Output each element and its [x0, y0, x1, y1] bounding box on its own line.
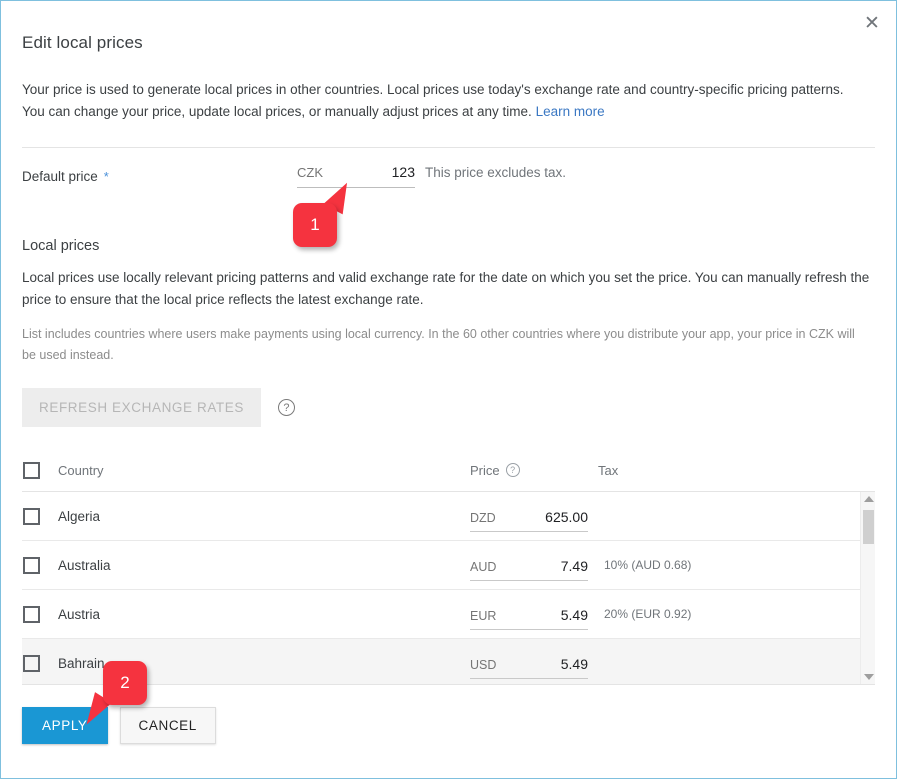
row-price-input[interactable]: USD 5.49: [470, 656, 588, 679]
intro-text-body: Your price is used to generate local pri…: [22, 82, 844, 119]
divider-table-bottom: [22, 684, 875, 685]
table-row[interactable]: Austria EUR 5.4920% (EUR 0.92): [22, 590, 875, 639]
row-country-cell: Algeria: [22, 508, 470, 525]
caret-up-icon[interactable]: [861, 492, 875, 506]
row-price-input[interactable]: AUD 7.49: [470, 558, 588, 581]
refresh-exchange-rates-button[interactable]: REFRESH EXCHANGE RATES: [22, 388, 261, 427]
row-price-value: 5.49: [561, 607, 588, 623]
row-price-input[interactable]: DZD 625.00: [470, 509, 588, 532]
header-price: Price ?: [470, 463, 598, 478]
default-price-input[interactable]: CZK 123: [297, 164, 415, 188]
row-checkbox[interactable]: [23, 557, 40, 574]
row-price-value: 625.00: [545, 509, 588, 525]
header-price-label: Price: [470, 463, 500, 478]
learn-more-link[interactable]: Learn more: [536, 104, 605, 119]
scrollbar-thumb[interactable]: [863, 510, 874, 544]
header-tax: Tax: [598, 463, 875, 478]
intro-text: Your price is used to generate local pri…: [22, 53, 867, 123]
dialog-footer: APPLY CANCEL: [22, 685, 875, 744]
select-all-checkbox[interactable]: [23, 462, 40, 479]
apply-button[interactable]: APPLY: [22, 707, 108, 744]
row-country-label: Australia: [58, 558, 111, 573]
table-header-row: Country Price ? Tax: [22, 449, 875, 492]
row-country-cell: Australia: [22, 557, 470, 574]
row-country-label: Algeria: [58, 509, 100, 524]
table-rows-container: Algeria DZD 625.00 Australia AUD 7.4910% (AUD…: [22, 492, 875, 684]
refresh-row: REFRESH EXCHANGE RATES ?: [22, 366, 875, 427]
default-price-label-text: Default price: [22, 169, 98, 184]
row-price-currency: DZD: [470, 511, 496, 525]
table-row[interactable]: Algeria DZD 625.00: [22, 492, 875, 541]
row-checkbox[interactable]: [23, 655, 40, 672]
cancel-button[interactable]: CANCEL: [120, 707, 216, 744]
row-price-value: 7.49: [561, 558, 588, 574]
row-checkbox[interactable]: [23, 508, 40, 525]
row-country-label: Austria: [58, 607, 100, 622]
row-price-input[interactable]: EUR 5.49: [470, 607, 588, 630]
default-price-note: This price excludes tax.: [425, 165, 566, 180]
row-price-currency: EUR: [470, 609, 496, 623]
table-row[interactable]: Australia AUD 7.4910% (AUD 0.68): [22, 541, 875, 590]
local-prices-note: List includes countries where users make…: [22, 311, 867, 366]
row-price-currency: USD: [470, 658, 496, 672]
row-checkbox[interactable]: [23, 606, 40, 623]
row-country-cell: Bahrain: [22, 655, 470, 672]
edit-local-prices-dialog: ✕ Edit local prices Your price is used t…: [0, 0, 897, 779]
header-country: Country: [22, 462, 470, 479]
table-row[interactable]: Bahrain USD 5.49: [22, 639, 875, 684]
row-country-cell: Austria: [22, 606, 470, 623]
help-circle-icon[interactable]: ?: [278, 399, 295, 416]
price-help-circle-icon[interactable]: ?: [506, 463, 520, 477]
default-price-row: Default price * CZK 123 This price exclud…: [22, 148, 875, 236]
row-country-label: Bahrain: [58, 656, 105, 671]
default-price-label: Default price *: [22, 169, 109, 184]
default-price-currency: CZK: [297, 165, 323, 180]
local-prices-heading: Local prices: [22, 236, 875, 254]
required-marker: *: [104, 169, 109, 184]
row-tax-value: 10% (AUD 0.68): [588, 558, 875, 572]
caret-down-icon[interactable]: [861, 670, 875, 684]
local-prices-paragraph: Local prices use locally relevant pricin…: [22, 254, 870, 311]
table-body: Algeria DZD 625.00 Australia AUD 7.4910% (AUD…: [22, 492, 875, 684]
table-scrollbar[interactable]: [860, 492, 875, 684]
default-price-value: 123: [392, 164, 415, 180]
row-price-currency: AUD: [470, 560, 496, 574]
local-prices-table: Country Price ? Tax Algeria DZD 625.00 Aust…: [22, 449, 875, 685]
header-country-label: Country: [58, 463, 104, 478]
row-tax-value: 20% (EUR 0.92): [588, 607, 875, 621]
dialog-body: Edit local prices Your price is used to …: [1, 1, 896, 778]
page-title: Edit local prices: [22, 1, 875, 53]
row-price-value: 5.49: [561, 656, 588, 672]
